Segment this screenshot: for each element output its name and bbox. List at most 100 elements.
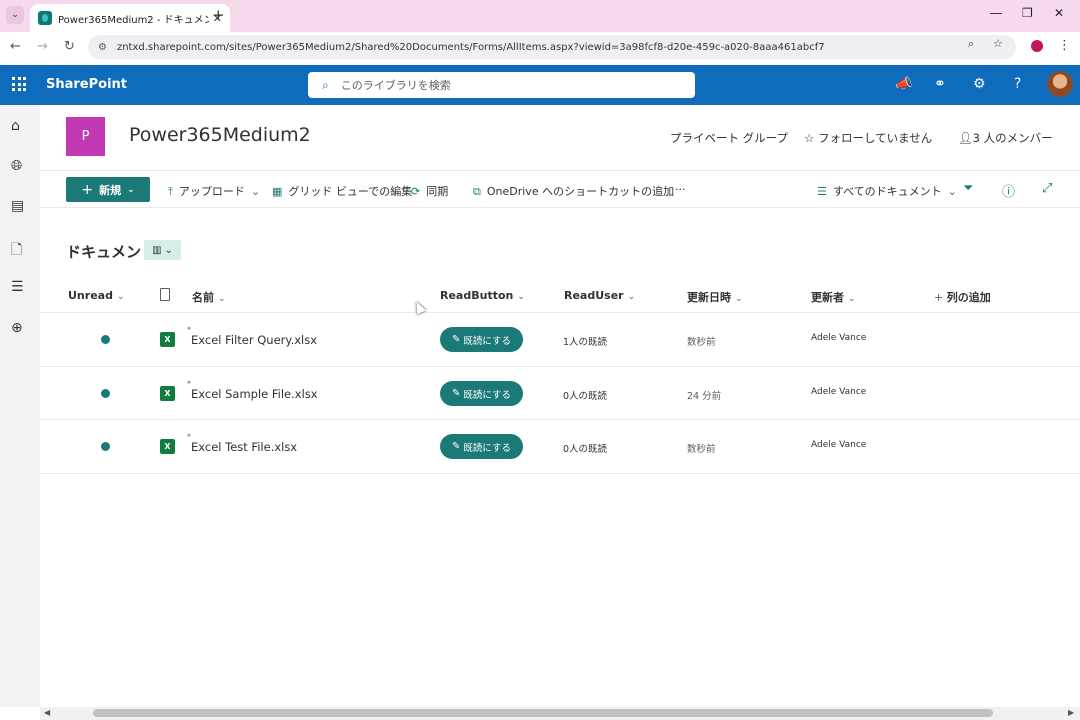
document-icon[interactable]: 🗋 [11, 239, 22, 263]
unread-dot [101, 442, 110, 451]
column-readbutton-label: ReadButton [440, 289, 514, 302]
chevron-down-icon: ⌄ [735, 294, 743, 304]
add-column-button[interactable]: + 列の追加 [934, 289, 991, 305]
mark-read-label: 既読にする [463, 389, 511, 401]
column-unread[interactable]: Unread ⌄ [68, 289, 125, 302]
view-switcher[interactable]: ☰ すべてのドキュメント ⌄ [817, 183, 957, 199]
upload-button[interactable]: ⤒ アップロード ⌄ [168, 183, 260, 199]
browser-tab[interactable]: Power365Medium2 - ドキュメント ✕ [30, 4, 230, 32]
column-name[interactable]: 名前 ⌄ [192, 289, 226, 305]
site-info-icon[interactable]: ⚙ [98, 42, 107, 53]
plus-icon: + [81, 181, 94, 198]
megaphone-icon[interactable]: 📣 [895, 76, 912, 92]
scroll-left-icon[interactable]: ◀ [44, 708, 50, 717]
site-logo[interactable]: P [66, 117, 105, 156]
lists-icon[interactable]: ☰ [11, 279, 24, 295]
file-type-icon[interactable] [160, 288, 170, 301]
column-modified-by[interactable]: 更新者 ⌄ [811, 289, 856, 305]
grid-edit-button[interactable]: ▦ グリッド ビューでの編集 [272, 183, 412, 199]
modified-by[interactable]: Adele Vance [811, 440, 866, 450]
reload-icon[interactable]: ↻ [64, 39, 75, 54]
connections-icon[interactable]: ⚭ [934, 76, 946, 92]
create-plus-icon[interactable]: ⊕ [11, 320, 23, 336]
left-app-bar: ⌂ 🌐︎ ▤ 🗋 ☰ ⊕ [0, 105, 40, 707]
mark-read-icon: ✎ [452, 441, 461, 452]
url-text: zntxd.sharepoint.com/sites/Power365Mediu… [116, 41, 825, 53]
table-row[interactable]: X ⁎ Excel Test File.xlsx ✎ 既読にする 0人の既読 数秒… [40, 419, 1080, 473]
address-bar: ← → ↻ ⚙ zntxd.sharepoint.com/sites/Power… [0, 32, 1080, 62]
site-title[interactable]: Power365Medium2 [129, 124, 311, 146]
column-modified[interactable]: 更新日時 ⌄ [687, 289, 743, 305]
mark-read-button[interactable]: ✎ 既読にする [440, 381, 523, 406]
column-readuser[interactable]: ReadUser ⌄ [564, 289, 635, 302]
column-readuser-label: ReadUser [564, 289, 624, 302]
mark-read-button[interactable]: ✎ 既読にする [440, 434, 523, 459]
chevron-down-icon: ⌄ [947, 185, 957, 198]
modified-by[interactable]: Adele Vance [811, 387, 866, 397]
app-launcher-icon[interactable] [12, 77, 26, 91]
column-modified-by-label: 更新者 [811, 291, 844, 304]
globe-icon[interactable]: 🌐︎ [11, 158, 22, 174]
file-name[interactable]: Excel Test File.xlsx [191, 440, 297, 454]
unread-dot [101, 389, 110, 398]
browser-menu-icon[interactable]: ⋮ [1058, 38, 1071, 53]
bookmark-star-icon[interactable]: ☆ [993, 37, 1003, 50]
chevron-down-icon: ⌄ [517, 292, 525, 302]
follow-button[interactable]: ☆ フォローしていません [804, 130, 932, 146]
user-avatar[interactable] [1047, 71, 1073, 97]
mark-read-button[interactable]: ✎ 既読にする [440, 327, 523, 352]
new-button[interactable]: + 新規 ⌄ [66, 177, 150, 202]
mark-read-icon: ✎ [452, 334, 461, 345]
sharepoint-brand[interactable]: SharePoint [46, 77, 127, 92]
search-input[interactable]: ⌕ このライブラリを検索 [308, 72, 695, 98]
restore-icon[interactable]: ❐ [1022, 6, 1033, 20]
column-unread-label: Unread [68, 289, 113, 302]
list-bottom-divider [40, 473, 1080, 474]
new-label: 新規 [99, 183, 122, 197]
home-icon[interactable]: ⌂ [11, 118, 20, 134]
sync-button[interactable]: ⟳ 同期 [411, 183, 448, 199]
table-row[interactable]: X ⁎ Excel Sample File.xlsx ✎ 既読にする 0人の既読 … [40, 366, 1080, 420]
modified-by[interactable]: Adele Vance [811, 333, 866, 343]
person-icon: 👤︎ [958, 131, 973, 145]
help-icon[interactable]: ? [1014, 76, 1021, 92]
close-window-icon[interactable]: ✕ [1054, 6, 1064, 20]
column-name-label: 名前 [192, 291, 214, 304]
onedrive-shortcut-button[interactable]: ⧉ OneDrive へのショートカットの追加 [473, 183, 674, 199]
chevron-down-icon: ⌄ [250, 185, 261, 198]
shortcut-icon: ⧉ [473, 185, 481, 198]
mark-read-label: 既読にする [463, 335, 511, 347]
read-user: 0人の既読 [563, 391, 608, 402]
modified-time: 24 分前 [687, 391, 722, 402]
new-tab-button[interactable]: + [212, 6, 225, 24]
info-icon[interactable]: ⓘ [1002, 181, 1015, 200]
tab-list-button[interactable]: ⌄ [6, 6, 24, 24]
profile-icon[interactable] [1031, 40, 1043, 52]
filter-icon[interactable]: ⏷ [963, 181, 973, 196]
zoom-icon[interactable]: ⌕ [968, 37, 974, 51]
excel-file-icon: X [160, 332, 175, 347]
upload-arrow-icon: ⤒ [168, 185, 173, 198]
settings-gear-icon[interactable]: ⚙ [973, 76, 986, 92]
members-button[interactable]: 👤︎3 人のメンバー [958, 130, 1053, 146]
chevron-down-icon: ⌄ [627, 292, 636, 302]
news-icon[interactable]: ▤ [11, 198, 24, 214]
more-options-icon[interactable]: ··· [675, 183, 686, 196]
scroll-right-icon[interactable]: ▶ [1068, 708, 1074, 717]
sync-icon: ⟳ [411, 185, 421, 198]
url-input[interactable]: ⚙ zntxd.sharepoint.com/sites/Power365Med… [88, 35, 1016, 59]
file-name[interactable]: Excel Sample File.xlsx [191, 387, 318, 401]
back-icon[interactable]: ← [10, 39, 21, 54]
view-options-button[interactable]: ▥ ⌄ [144, 240, 181, 260]
excel-file-icon: X [160, 439, 175, 454]
table-row[interactable]: X ⁎ Excel Filter Query.xlsx ✎ 既読にする 1人の既読… [40, 312, 1080, 366]
scrollbar-thumb[interactable] [93, 709, 993, 717]
forward-icon[interactable]: → [37, 39, 48, 54]
column-readbutton[interactable]: ReadButton ⌄ [440, 289, 525, 302]
minimize-icon[interactable]: ― [990, 6, 1002, 20]
plus-icon: + [934, 291, 947, 304]
file-name[interactable]: Excel Filter Query.xlsx [191, 333, 317, 347]
modified-time: 数秒前 [687, 337, 716, 348]
expand-icon[interactable]: ⤢ [1042, 181, 1052, 196]
mark-read-icon: ✎ [452, 388, 461, 399]
